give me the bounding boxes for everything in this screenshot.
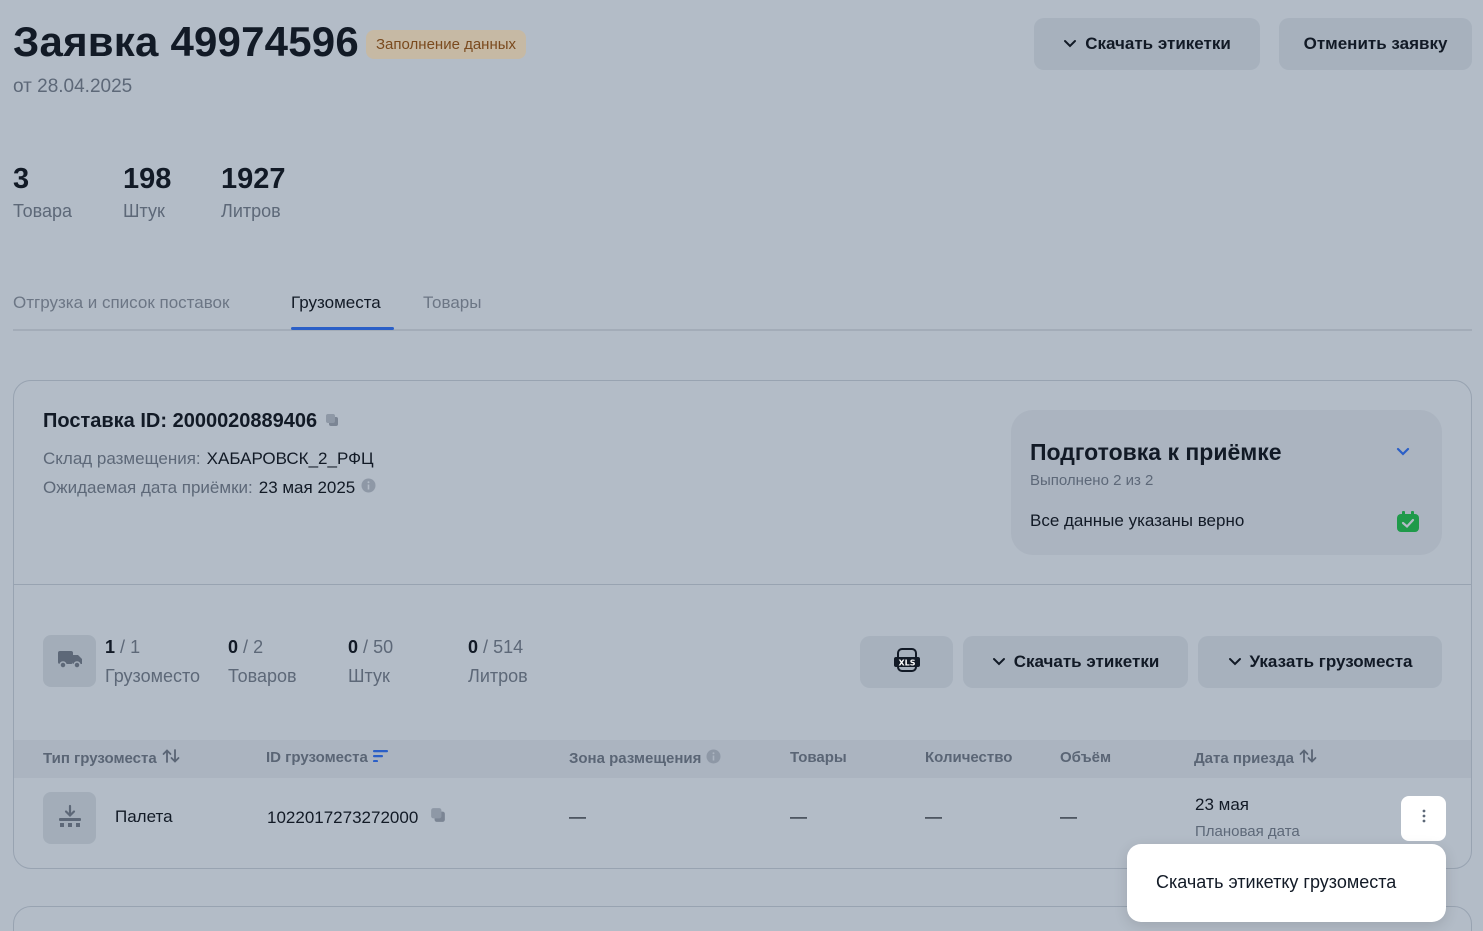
- cargo-id-cell: 1022017273272000: [267, 807, 446, 828]
- counter-goods-label: Товаров: [228, 666, 297, 686]
- expected-date-line: Ожидаемая дата приёмки: 23 мая 2025: [43, 478, 376, 498]
- cargo-type: Палета: [115, 807, 173, 826]
- more-vertical-icon: [1422, 809, 1426, 828]
- supply-id-text: Поставка ID: 2000020889406: [43, 410, 318, 432]
- counter-cargo-label: Грузоместо: [105, 666, 201, 686]
- status-badge: Заполнение данных: [366, 30, 527, 59]
- counter-pieces-label: Штук: [348, 666, 390, 686]
- tab-cargo-places[interactable]: Грузоместа: [291, 293, 381, 313]
- page-title: Заявка 49974596: [13, 18, 359, 65]
- specify-cargo-button[interactable]: Указать грузоместа: [1198, 636, 1442, 688]
- specify-cargo-label: Указать грузоместа: [1249, 652, 1413, 671]
- download-labels-button[interactable]: Скачать этикетки: [1034, 18, 1260, 70]
- tabs-divider: [13, 329, 1472, 331]
- column-header-arrival[interactable]: Дата приезда: [1194, 749, 1317, 767]
- chevron-down-icon: [1228, 652, 1242, 672]
- sort-active-icon: [372, 749, 389, 766]
- prep-title: Подготовка к приёмке: [1030, 439, 1282, 465]
- cargo-zone: —: [569, 807, 586, 826]
- cargo-volume: —: [1060, 807, 1077, 826]
- cargo-arrival: 23 мая: [1195, 795, 1249, 814]
- info-icon[interactable]: [706, 749, 721, 768]
- row-actions-button[interactable]: [1401, 796, 1446, 841]
- column-header-type[interactable]: Тип грузоместа: [43, 749, 180, 767]
- tab-shipment[interactable]: Отгрузка и список поставок: [13, 293, 229, 313]
- cargo-id: 1022017273272000: [267, 807, 419, 827]
- sort-icon: [162, 749, 180, 767]
- counter-goods: 0 / 2: [228, 637, 264, 657]
- column-header-quantity: Количество: [925, 749, 1013, 766]
- column-header-volume: Объём: [1060, 749, 1112, 766]
- column-header-goods: Товары: [790, 749, 847, 766]
- chevron-down-icon[interactable]: [1395, 445, 1411, 463]
- stat-pieces-label: Штук: [123, 201, 165, 221]
- cargo-goods: —: [790, 807, 807, 826]
- stat-liters-label: Литров: [221, 201, 281, 221]
- counter-liters: 0 / 514: [468, 637, 524, 657]
- stat-pieces-value: 198: [123, 163, 172, 195]
- pallet-icon: [58, 804, 82, 833]
- active-tab-indicator: [291, 327, 394, 330]
- truck-icon: [57, 649, 83, 674]
- truck-icon-box: [43, 635, 96, 687]
- info-icon[interactable]: [361, 478, 376, 498]
- supply-id: Поставка ID: 2000020889406: [43, 410, 339, 433]
- xls-icon: XLS: [893, 647, 920, 677]
- warehouse-value: ХАБАРОВСК_2_РФЦ: [206, 449, 374, 468]
- card-divider: [14, 584, 1471, 585]
- download-cargo-labels-label: Скачать этикетки: [1013, 652, 1160, 671]
- counter-pieces: 0 / 50: [348, 637, 394, 657]
- chevron-down-icon: [1063, 34, 1077, 54]
- stat-goods-label: Товара: [13, 201, 72, 221]
- prep-progress: Выполнено 2 из 2: [1030, 472, 1154, 489]
- warehouse-label: Склад размещения:: [43, 449, 201, 468]
- chevron-down-icon: [992, 652, 1006, 672]
- cancel-request-button[interactable]: Отменить заявку: [1279, 18, 1472, 70]
- tab-goods[interactable]: Товары: [423, 293, 481, 313]
- request-date: от 28.04.2025: [13, 76, 133, 97]
- counter-liters-label: Литров: [468, 666, 528, 686]
- xls-export-button[interactable]: XLS: [860, 636, 953, 688]
- cargo-arrival-note: Плановая дата: [1195, 823, 1300, 840]
- counter-cargo: 1 / 1: [105, 637, 141, 657]
- menu-item-download-cargo-label[interactable]: Скачать этикетку грузоместа: [1156, 872, 1396, 893]
- column-header-zone: Зона размещения: [569, 749, 721, 768]
- cancel-request-button-label: Отменить заявку: [1303, 34, 1448, 53]
- svg-text:XLS: XLS: [898, 658, 915, 667]
- column-header-id[interactable]: ID грузоместа: [266, 749, 389, 766]
- expected-date-value: 23 мая 2025: [258, 478, 356, 497]
- prep-check-item: Все данные указаны верно: [1030, 511, 1245, 530]
- download-labels-button-label: Скачать этикетки: [1085, 34, 1231, 53]
- pallet-icon-box: [43, 792, 96, 844]
- copy-icon[interactable]: [430, 807, 446, 828]
- warehouse-line: Склад размещения: ХАБАРОВСК_2_РФЦ: [43, 449, 374, 469]
- copy-icon[interactable]: [325, 410, 339, 433]
- calendar-check-icon: [1397, 511, 1419, 537]
- expected-date-label: Ожидаемая дата приёмки:: [43, 478, 253, 497]
- stat-liters-value: 1927: [221, 163, 286, 195]
- cargo-quantity: —: [925, 807, 942, 826]
- download-cargo-labels-button[interactable]: Скачать этикетки: [963, 636, 1188, 688]
- stat-goods-value: 3: [13, 163, 30, 195]
- sort-icon: [1299, 749, 1317, 767]
